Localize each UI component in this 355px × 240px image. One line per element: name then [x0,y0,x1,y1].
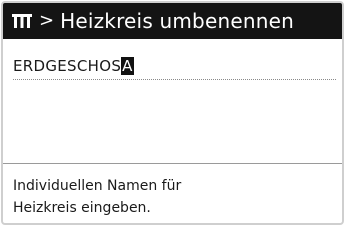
divider [3,163,342,164]
display-screen: > Heizkreis umbenennen ERDGESCHOS A Indiv… [1,1,344,225]
breadcrumb-separator: > [39,10,55,31]
help-text-line-2: Heizkreis eingeben. [13,200,151,216]
help-text: Individuellen Namen für Heizkreis eingeb… [13,175,333,219]
page-title: Heizkreis umbenennen [60,9,294,33]
heating-circuit-icon [11,12,33,30]
title-bar: > Heizkreis umbenennen [3,3,342,39]
name-input[interactable]: ERDGESCHOS A [13,56,134,76]
input-underline [13,79,336,80]
help-text-line-1: Individuellen Namen für [13,178,182,194]
name-input-value: ERDGESCHOS [13,57,122,75]
text-cursor[interactable]: A [121,57,134,75]
device-display: > Heizkreis umbenennen ERDGESCHOS A Indiv… [0,0,355,234]
